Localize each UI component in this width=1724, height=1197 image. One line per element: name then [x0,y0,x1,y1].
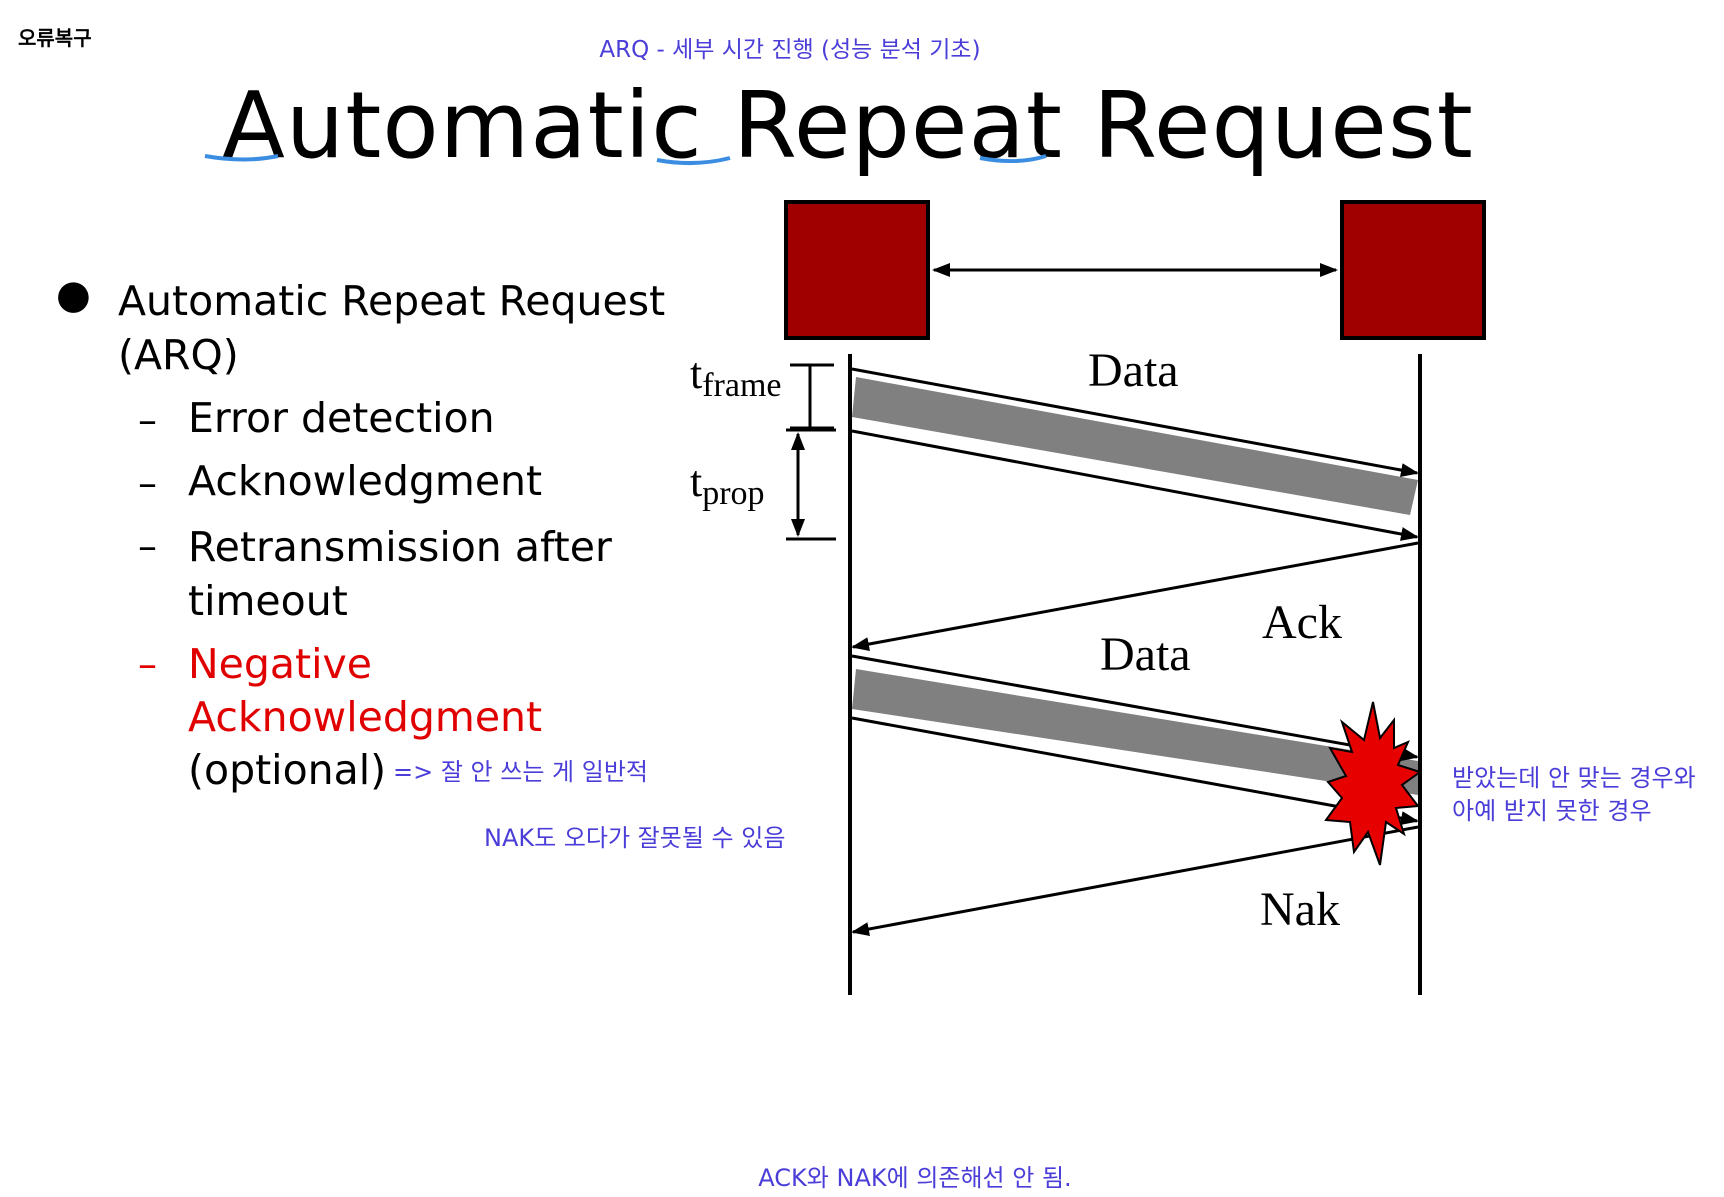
ack-label: Ack [1262,596,1342,649]
data-label-1: Data [1088,344,1179,397]
sender-node [784,200,930,340]
arq-timing-diagram: tframe tprop Data Ack Data Nak [204,154,1486,995]
title-underline-r1 [656,156,731,166]
data-label-2: Data [1100,628,1191,681]
receiver-node [1340,200,1486,340]
title-underline-a [204,154,279,162]
tprop-label: tprop [690,457,765,512]
tframe-label: tframe [690,349,782,404]
nak-label: Nak [1260,883,1340,936]
title-underline-r2 [979,154,1047,164]
